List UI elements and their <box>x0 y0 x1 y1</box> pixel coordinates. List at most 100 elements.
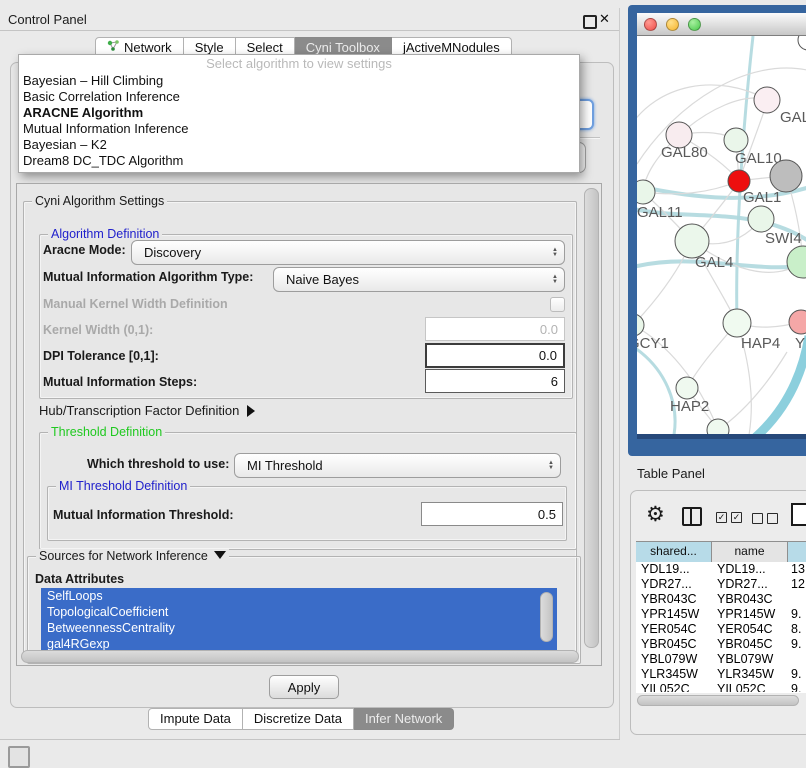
network-node[interactable] <box>748 206 774 232</box>
combo-arrows-icon: ▲▼ <box>552 275 558 285</box>
close-traffic-light-icon[interactable] <box>644 18 657 31</box>
table-row[interactable]: YER054CYER054C8. <box>636 622 806 637</box>
network-node-label: HAP2 <box>670 398 709 415</box>
document-icon[interactable] <box>791 503 806 526</box>
titlebar-divider <box>0 30 620 31</box>
table-cell: YBR043C <box>636 592 712 607</box>
attribute-item[interactable]: TopologicalCoefficient <box>41 604 557 620</box>
table-cell: YBR045C <box>636 637 712 652</box>
tab-discretize-data[interactable]: Discretize Data <box>243 708 354 730</box>
mi-threshold-field[interactable]: 0.5 <box>421 502 563 526</box>
network-node-label: HAP4 <box>741 335 780 352</box>
column-layout-icon[interactable] <box>682 507 702 526</box>
sources-group-title[interactable]: Sources for Network Inference <box>36 549 229 563</box>
table-cell: 9. <box>788 667 806 682</box>
which-threshold-combobox[interactable]: MI Threshold ▲▼ <box>234 453 561 478</box>
network-node[interactable] <box>770 160 802 192</box>
network-node[interactable] <box>754 87 780 113</box>
table-cell: YDL19... <box>712 562 788 577</box>
table-cell: 8. <box>788 622 806 637</box>
network-node-label: GAL1 <box>743 189 781 206</box>
network-node-label: GAL <box>780 109 806 126</box>
hub-definition-toggle[interactable]: Hub/Transcription Factor Definition <box>39 403 255 418</box>
vertical-scrollbar-thumb[interactable] <box>584 188 599 648</box>
network-node[interactable] <box>787 246 806 278</box>
table-cell: 12 <box>788 577 806 592</box>
tab-impute-data[interactable]: Impute Data <box>148 708 243 730</box>
column-header[interactable]: name <box>712 542 788 562</box>
mi-type-value: Naive Bayes <box>286 272 552 287</box>
attribute-item[interactable]: BetweennessCentrality <box>41 620 557 636</box>
table-row[interactable]: YDR27...YDR27...12 <box>636 577 806 592</box>
mi-type-combobox[interactable]: Naive Bayes ▲▼ <box>273 267 565 292</box>
table-row[interactable]: YPR145WYPR145W9. <box>636 607 806 622</box>
network-node[interactable] <box>707 419 729 434</box>
table-header: shared...name <box>636 541 806 561</box>
screen: { "colors": { "sel_blue": "#3A6CC8", "ta… <box>0 0 806 762</box>
table-row[interactable]: YBR045CYBR045C9. <box>636 637 806 652</box>
network-view-canvas[interactable]: GALGAL80GAL10GAL1GAL11SWI4GAL4GCY1HAP4YH… <box>637 36 806 434</box>
table-row[interactable]: YIL052CYIL052C9. <box>636 682 806 692</box>
horizontal-scrollbar-thumb[interactable] <box>21 650 579 663</box>
column-header[interactable]: shared... <box>636 542 712 562</box>
attribute-item[interactable]: SelfLoops <box>41 588 557 604</box>
network-node[interactable] <box>724 128 748 152</box>
network-node[interactable] <box>789 310 806 334</box>
table-cell: 9. <box>788 607 806 622</box>
settings-scroll-viewport: Cyni Algorithm Settings Algorithm Defini… <box>16 183 602 666</box>
network-node[interactable] <box>798 36 806 50</box>
mi-steps-field[interactable]: 6 <box>425 369 565 393</box>
list-scrollbar-thumb[interactable] <box>540 592 553 642</box>
table-cell: 9. <box>788 682 806 692</box>
float-panel-icon[interactable] <box>583 15 597 29</box>
table-cell: YLR345W <box>712 667 788 682</box>
apply-button[interactable]: Apply <box>269 675 339 699</box>
table-horizontal-scrollbar-thumb[interactable] <box>637 695 799 706</box>
table-row[interactable]: YLR345WYLR345W9. <box>636 667 806 682</box>
algorithm-definition-title: Algorithm Definition <box>48 227 162 241</box>
algorithm-option[interactable]: Bayesian – K2 <box>19 137 579 153</box>
manual-kernel-checkbox[interactable] <box>550 297 565 312</box>
network-node[interactable] <box>723 309 751 337</box>
docked-panel-icon[interactable] <box>8 746 30 768</box>
aracne-mode-combobox[interactable]: Discovery ▲▼ <box>131 240 565 265</box>
table-cell: YPR145W <box>712 607 788 622</box>
minimize-traffic-light-icon[interactable] <box>666 18 679 31</box>
column-header[interactable] <box>788 542 806 562</box>
attribute-item[interactable]: gal4RGexp <box>41 636 557 650</box>
data-attributes-label: Data Attributes <box>35 572 124 586</box>
table-cell: YPR145W <box>636 607 712 622</box>
algorithm-option[interactable]: Basic Correlation Inference <box>19 89 579 105</box>
table-cell <box>788 652 806 667</box>
table-cell: YER054C <box>712 622 788 637</box>
table-row[interactable]: YBR043CYBR043C <box>636 592 806 607</box>
table-cell: YBL079W <box>636 652 712 667</box>
dpi-tolerance-field[interactable]: 0.0 <box>425 343 565 368</box>
close-panel-icon[interactable]: ✕ <box>599 12 610 26</box>
collapsed-arrow-icon <box>247 405 255 417</box>
table-row[interactable]: YDL19...YDL19...13 <box>636 562 806 577</box>
table-cell: YLR345W <box>636 667 712 682</box>
network-node[interactable] <box>675 224 709 258</box>
table-body: YDL19...YDL19...13YDR27...YDR27...12YBR0… <box>636 562 806 692</box>
algorithm-option[interactable]: Dream8 DC_TDC Algorithm <box>19 153 579 169</box>
network-window-titlebar[interactable] <box>637 13 806 36</box>
manual-kernel-label: Manual Kernel Width Definition <box>43 297 228 311</box>
canvas-bottom-shadow <box>637 434 806 439</box>
table-row[interactable]: YBL079WYBL079W <box>636 652 806 667</box>
table-cell: YIL052C <box>636 682 712 692</box>
network-node[interactable] <box>676 377 698 399</box>
kernel-width-field[interactable]: 0.0 <box>425 317 565 341</box>
gear-icon[interactable]: ⚙ <box>646 504 665 526</box>
network-node[interactable] <box>637 314 644 336</box>
algorithm-option[interactable]: Bayesian – Hill Climbing <box>19 73 579 89</box>
network-node-label: SWI4 <box>765 230 802 247</box>
table-cell: YBR045C <box>712 637 788 652</box>
tab-infer-network[interactable]: Infer Network <box>354 708 454 730</box>
table-cell: YDL19... <box>636 562 712 577</box>
zoom-traffic-light-icon[interactable] <box>688 18 701 31</box>
deselect-all-checkboxes-icon[interactable] <box>752 513 778 524</box>
algorithm-option[interactable]: ARACNE Algorithm <box>19 105 579 121</box>
select-all-checkboxes-icon[interactable]: ✓✓ <box>716 512 742 523</box>
algorithm-option[interactable]: Mutual Information Inference <box>19 121 579 137</box>
